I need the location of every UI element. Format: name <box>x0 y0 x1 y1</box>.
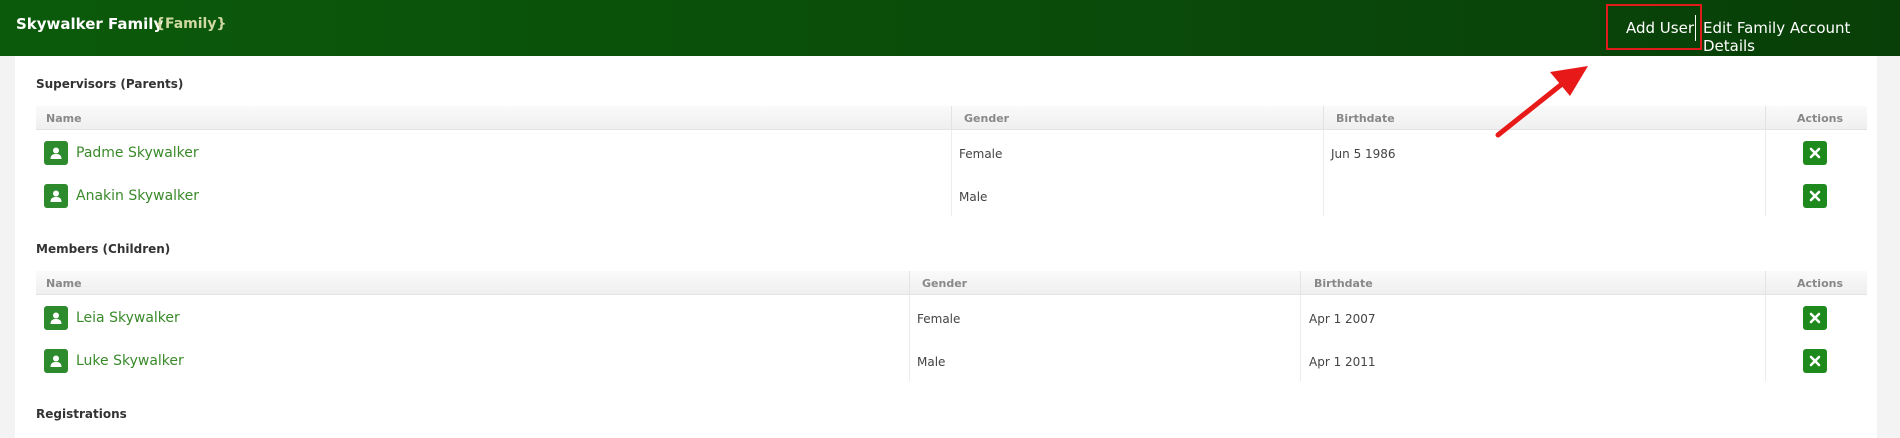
header-divider <box>1765 106 1766 130</box>
column-header-birthdate: Birthdate <box>1314 277 1373 290</box>
table-row: Anakin Skywalker Male <box>36 173 1867 216</box>
header-divider <box>951 106 952 130</box>
header-divider <box>1300 271 1301 295</box>
members-section-title: Members (Children) <box>36 242 171 256</box>
user-icon <box>44 141 68 165</box>
header-divider <box>1695 15 1696 41</box>
close-icon <box>1809 147 1821 159</box>
red-arrow-icon <box>1495 66 1588 138</box>
user-icon <box>44 306 68 330</box>
gender-cell: Female <box>917 312 961 326</box>
table-header: Name Gender Birthdate Actions <box>36 271 1867 295</box>
family-title: Skywalker Family <box>16 15 164 33</box>
table-row: Leia Skywalker Female Apr 1 2007 <box>36 295 1867 338</box>
column-header-birthdate: Birthdate <box>1336 112 1395 125</box>
column-header-gender: Gender <box>964 112 1010 125</box>
header-divider <box>909 271 910 295</box>
member-name-link[interactable]: Luke Skywalker <box>76 353 184 369</box>
close-icon <box>1809 190 1821 202</box>
remove-user-button[interactable] <box>1803 184 1827 208</box>
registrations-section-title: Registrations <box>36 407 127 421</box>
user-icon <box>44 184 68 208</box>
header-divider <box>1323 106 1324 130</box>
column-header-name: Name <box>46 277 82 290</box>
family-type-label: {Family} <box>155 16 227 32</box>
remove-user-button[interactable] <box>1803 141 1827 165</box>
column-header-actions: Actions <box>1797 277 1843 290</box>
members-table: Name Gender Birthdate Actions Leia Skywa… <box>36 271 1867 381</box>
birthdate-cell: Apr 1 2007 <box>1309 312 1376 326</box>
gender-cell: Male <box>917 355 946 369</box>
top-bar: Skywalker Family {Family} Add User Edit … <box>0 0 1900 56</box>
birthdate-cell: Apr 1 2011 <box>1309 355 1376 369</box>
gender-cell: Female <box>959 147 1003 161</box>
supervisors-section-title: Supervisors (Parents) <box>36 77 184 91</box>
gender-cell: Male <box>959 190 988 204</box>
table-row: Padme Skywalker Female Jun 5 1986 <box>36 130 1867 173</box>
column-header-name: Name <box>46 112 82 125</box>
member-name-link[interactable]: Padme Skywalker <box>76 145 199 161</box>
column-header-actions: Actions <box>1797 112 1843 125</box>
edit-family-details-button[interactable]: Edit Family Account Details <box>1703 19 1900 55</box>
remove-user-button[interactable] <box>1803 306 1827 330</box>
supervisors-table: Name Gender Birthdate Actions Padme Skyw… <box>36 106 1867 216</box>
member-name-link[interactable]: Leia Skywalker <box>76 310 180 326</box>
add-user-button[interactable]: Add User <box>1626 19 1694 37</box>
table-header: Name Gender Birthdate Actions <box>36 106 1867 130</box>
birthdate-cell: Jun 5 1986 <box>1331 147 1396 161</box>
table-row: Luke Skywalker Male Apr 1 2011 <box>36 338 1867 381</box>
header-divider <box>1765 271 1766 295</box>
remove-user-button[interactable] <box>1803 349 1827 373</box>
user-icon <box>44 349 68 373</box>
member-name-link[interactable]: Anakin Skywalker <box>76 188 199 204</box>
column-header-gender: Gender <box>922 277 968 290</box>
close-icon <box>1809 355 1821 367</box>
close-icon <box>1809 312 1821 324</box>
